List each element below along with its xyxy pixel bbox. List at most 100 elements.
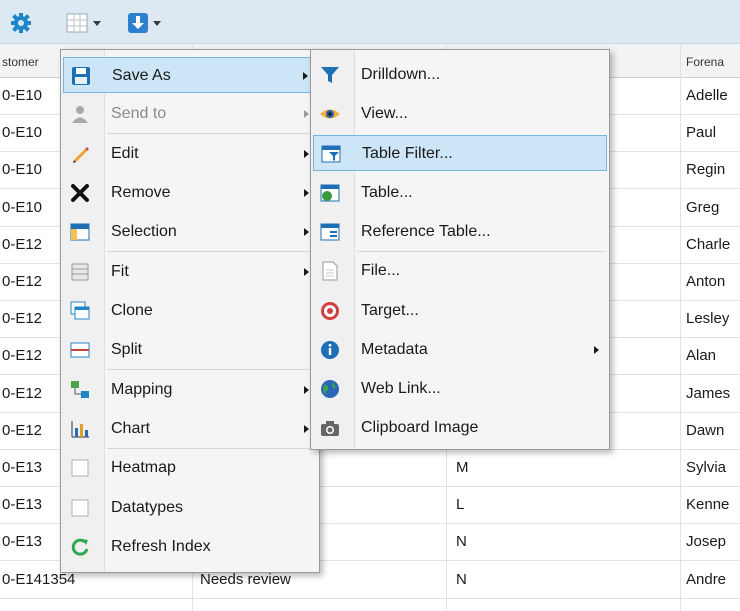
submenu-item-view[interactable]: View... [313,96,607,132]
info-icon [319,339,341,361]
chevron-down-icon [93,20,101,26]
selection-table-icon [69,221,91,243]
grid-view-dropdown[interactable] [66,12,101,34]
context-menu: Save As Send to Edit Remove Selection Fit Clon… [60,49,320,573]
menu-item-label: Remove [111,184,171,201]
cell-status: Needs review [200,570,291,588]
menu-item-label: Target... [361,302,419,319]
globe-icon [319,378,341,400]
menu-item-label: Send to [111,105,167,122]
submenu-arrow-icon [304,189,309,197]
menu-item-label: Datatypes [111,499,184,516]
target-icon [319,300,341,322]
cell-customer-id: 0-E10 [2,198,43,216]
menu-separator [107,369,315,370]
cell-gender: L [456,496,465,514]
menu-item-label: Chart [111,420,151,437]
submenu-item-metadata[interactable]: Metadata [313,332,607,368]
cell-forename: Sylvia [686,459,727,476]
cell-forename: Paul [686,124,717,142]
submenu-item-reference-table[interactable]: Reference Table... [313,214,607,250]
menu-item-remove[interactable]: Remove [63,175,317,211]
submenu-item-target[interactable]: Target... [313,293,607,329]
checkbox-icon [69,457,91,479]
table-globe-icon [319,182,341,204]
grid-icon [66,13,88,33]
menu-item-heatmap[interactable]: Heatmap [63,450,317,486]
cell-forename: Andre [686,570,727,588]
menu-separator [107,251,315,252]
checkbox-icon [69,497,91,519]
camera-icon [319,417,341,439]
menu-item-label: Table Filter... [362,145,453,162]
download-dropdown[interactable] [128,12,161,34]
remove-x-icon [69,182,91,204]
menu-item-label: Mapping [111,381,173,398]
toolbar [0,0,740,44]
submenu-arrow-icon [304,268,309,276]
save-as-submenu: Drilldown... View... Table Filter... Table.… [310,49,610,450]
menu-item-mapping[interactable]: Mapping [63,372,317,408]
menu-item-label: Web Link... [361,380,441,397]
settings-button[interactable] [10,12,32,34]
column-header-customer[interactable]: stomer [2,55,39,69]
column-header-forename[interactable]: Forena [686,55,724,69]
cell-customer-id: 0-E12 [2,273,43,290]
menu-item-edit[interactable]: Edit [63,136,317,172]
menu-item-clone[interactable]: Clone [63,293,317,329]
reference-table-icon [319,221,341,243]
refresh-icon [69,536,91,558]
cell-forename: Charle [686,235,731,253]
submenu-item-file[interactable]: File... [313,253,607,289]
menu-item-label: Metadata [361,341,428,358]
menu-item-save-as[interactable]: Save As [63,57,317,93]
menu-item-refresh-index[interactable]: Refresh Index [63,529,317,565]
person-icon [69,103,91,125]
cell-forename: Anton [686,273,726,290]
submenu-item-clipboard-image[interactable]: Clipboard Image [313,410,607,446]
chevron-down-icon [153,20,161,26]
menu-item-label: Refresh Index [111,538,211,555]
cell-customer-id: 0-E12 [2,310,43,328]
cell-forename: Josep [686,533,727,551]
menu-item-label: Reference Table... [361,223,491,240]
cell-customer-id: 0-E12 [2,347,43,365]
menu-item-label: Drilldown... [361,66,441,83]
submenu-item-table[interactable]: Table... [313,175,607,211]
split-icon [69,339,91,361]
menu-item-send-to[interactable]: Send to [63,96,317,132]
submenu-arrow-icon [594,346,599,354]
save-icon [70,65,92,87]
menu-item-label: Save As [112,67,171,84]
menu-item-label: Heatmap [111,459,176,476]
eye-icon [319,103,341,125]
cell-forename: Regin [686,161,726,179]
cell-forename: James [686,384,731,402]
menu-item-label: File... [361,262,401,279]
menu-item-datatypes[interactable]: Datatypes [63,490,317,526]
cell-forename: Kenne [686,496,730,514]
cell-customer-id: 0-E10 [2,124,43,142]
cell-gender: N [456,570,467,588]
cell-customer-id: 0-E12 [2,235,43,253]
menu-item-fit[interactable]: Fit [63,254,317,290]
menu-item-label: Split [111,341,143,358]
menu-item-label: View... [361,105,408,122]
cell-customer-id: 0-E10 [2,87,43,104]
cell-forename: Greg [686,198,720,216]
menu-item-label: Edit [111,145,139,162]
submenu-arrow-icon [304,425,309,433]
menu-separator [357,251,605,252]
menu-item-split[interactable]: Split [63,332,317,368]
submenu-item-table-filter[interactable]: Table Filter... [313,135,607,171]
menu-item-chart[interactable]: Chart [63,411,317,447]
funnel-icon [319,64,341,86]
cell-forename: Lesley [686,310,730,328]
bar-chart-icon [69,418,91,440]
menu-item-label: Clipboard Image [361,419,479,436]
submenu-item-drilldown[interactable]: Drilldown... [313,57,607,93]
submenu-arrow-icon [304,150,309,158]
menu-item-selection[interactable]: Selection [63,214,317,250]
submenu-item-web-link[interactable]: Web Link... [313,371,607,407]
menu-separator [107,448,315,449]
